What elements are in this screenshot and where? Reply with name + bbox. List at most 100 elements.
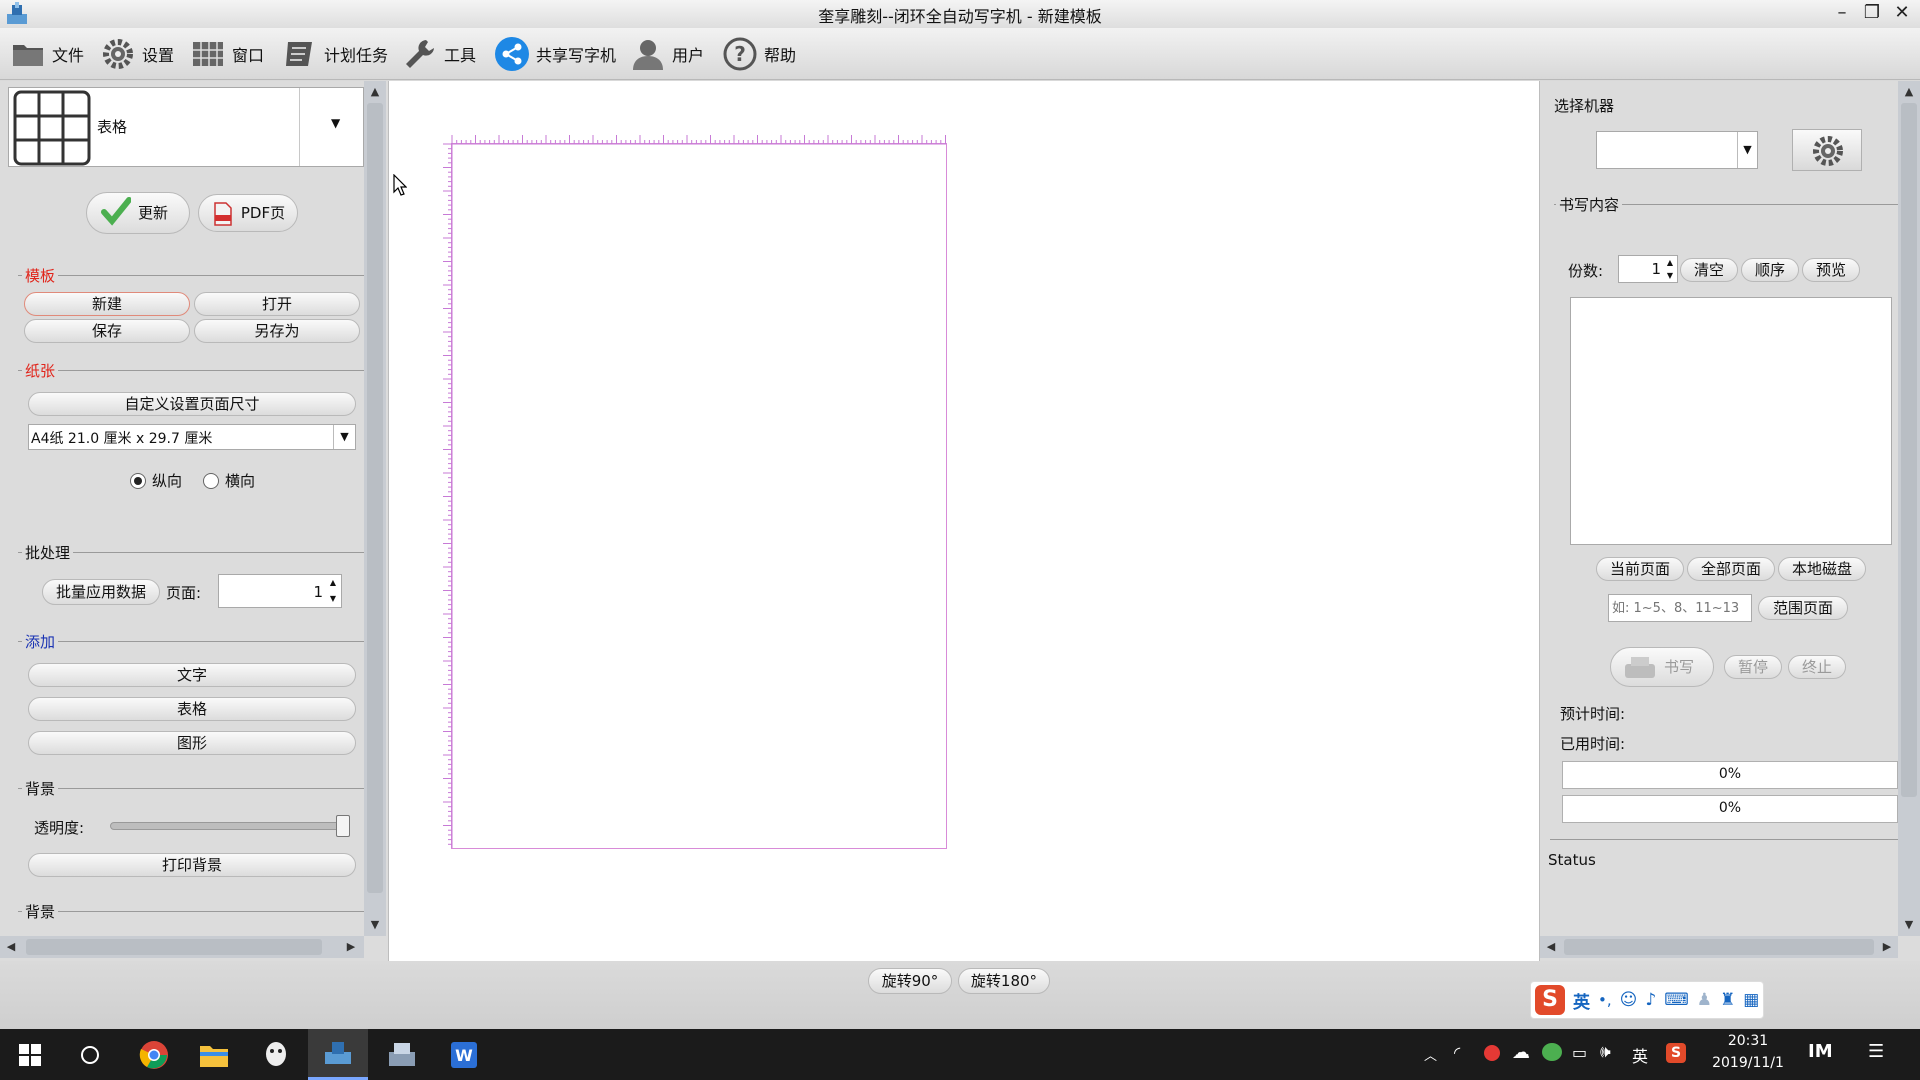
input-language-indicator[interactable]: 英 bbox=[1632, 1043, 1648, 1067]
all-pages-button[interactable]: 全部页面 bbox=[1687, 557, 1775, 581]
emoji-icon[interactable]: ☺ bbox=[1620, 990, 1638, 1010]
menu-settings[interactable]: 设置 bbox=[100, 34, 174, 74]
range-pages-button[interactable]: 范围页面 bbox=[1758, 596, 1848, 620]
pause-button[interactable]: 暂停 bbox=[1724, 655, 1782, 679]
page-sheet[interactable] bbox=[443, 135, 947, 849]
page-range-input[interactable] bbox=[1608, 594, 1752, 622]
machine-select[interactable]: ▼ bbox=[1596, 131, 1758, 169]
chevron-down-icon[interactable]: ▼ bbox=[333, 425, 355, 449]
ime-toolbar[interactable]: S 英 •, ☺ ♪ ⌨ ♟ ♜ ▦ bbox=[1530, 981, 1764, 1019]
save-template-button[interactable]: 保存 bbox=[24, 319, 190, 343]
add-table-button[interactable]: 表格 bbox=[28, 697, 356, 721]
right-vertical-scrollbar[interactable]: ▲ ▼ bbox=[1898, 81, 1920, 936]
scroll-thumb[interactable] bbox=[1564, 939, 1874, 955]
machine-settings-button[interactable] bbox=[1792, 129, 1862, 171]
menu-share-writer[interactable]: 共享写字机 bbox=[494, 34, 616, 74]
writer-app-icon[interactable] bbox=[308, 1029, 368, 1080]
notification-icon[interactable]: ☰ bbox=[1868, 1041, 1884, 1062]
landscape-radio[interactable]: 横向 bbox=[203, 470, 255, 491]
user-ime-icon[interactable]: ♟ bbox=[1697, 990, 1712, 1010]
opacity-slider-track[interactable] bbox=[110, 822, 350, 830]
clear-button[interactable]: 清空 bbox=[1680, 258, 1738, 282]
wechat-icon[interactable] bbox=[1542, 1043, 1562, 1061]
scroll-right-icon[interactable]: ▶ bbox=[340, 936, 362, 958]
copies-stepper[interactable]: 1 ▲ ▼ bbox=[1618, 255, 1678, 283]
scroll-up-icon[interactable]: ▲ bbox=[364, 81, 386, 103]
clock-date[interactable]: 2019/11/1 bbox=[1700, 1055, 1796, 1071]
stepper-down-icon[interactable]: ▼ bbox=[325, 591, 341, 607]
menu-window[interactable]: 窗口 bbox=[190, 34, 264, 74]
network-icon[interactable]: ◜ bbox=[1454, 1043, 1460, 1062]
scroll-left-icon[interactable]: ◀ bbox=[1540, 936, 1562, 958]
stepper-down-icon[interactable]: ▼ bbox=[1663, 269, 1677, 282]
opacity-slider-handle[interactable] bbox=[336, 815, 350, 837]
local-disk-button[interactable]: 本地磁盘 bbox=[1778, 557, 1866, 581]
sogou-tray-icon[interactable]: S bbox=[1666, 1043, 1686, 1063]
order-button[interactable]: 顺序 bbox=[1741, 258, 1799, 282]
template-type-selector[interactable]: 表格 ▼ bbox=[8, 87, 364, 167]
write-content-list[interactable] bbox=[1570, 297, 1892, 545]
toolbox-grid-icon[interactable]: ▦ bbox=[1743, 990, 1759, 1010]
keyboard-icon[interactable]: ⌨ bbox=[1664, 990, 1689, 1010]
current-page-button[interactable]: 当前页面 bbox=[1596, 557, 1684, 581]
close-button[interactable]: ✕ bbox=[1886, 0, 1918, 28]
ime-tray-icon[interactable]: IM bbox=[1808, 1041, 1833, 1062]
menu-schedule[interactable]: 计划任务 bbox=[282, 34, 388, 74]
chrome-icon[interactable] bbox=[124, 1029, 184, 1080]
scroll-left-icon[interactable]: ◀ bbox=[0, 936, 22, 958]
add-text-button[interactable]: 文字 bbox=[28, 663, 356, 687]
file-explorer-icon[interactable] bbox=[184, 1029, 244, 1080]
tray-expand-icon[interactable]: ︿ bbox=[1424, 1045, 1437, 1064]
left-horizontal-scrollbar[interactable]: ◀ ▶ bbox=[0, 936, 364, 958]
batch-apply-button[interactable]: 批量应用数据 bbox=[42, 579, 160, 605]
scroll-down-icon[interactable]: ▼ bbox=[364, 914, 386, 936]
preview-button[interactable]: 预览 bbox=[1802, 258, 1860, 282]
minimize-button[interactable]: – bbox=[1826, 0, 1858, 28]
menu-user[interactable]: 用户 bbox=[630, 34, 704, 74]
qq-icon[interactable] bbox=[246, 1029, 306, 1080]
search-circle-icon[interactable] bbox=[60, 1029, 120, 1080]
scroll-thumb[interactable] bbox=[367, 103, 383, 893]
portrait-radio[interactable]: 纵向 bbox=[130, 470, 182, 491]
clock-time[interactable]: 20:31 bbox=[1718, 1033, 1778, 1049]
antivirus-icon[interactable] bbox=[1484, 1045, 1500, 1061]
skin-icon[interactable]: ♜ bbox=[1720, 990, 1735, 1010]
windows-start-icon[interactable] bbox=[0, 1029, 60, 1080]
rotate-180-button[interactable]: 旋转180° bbox=[958, 968, 1050, 994]
word-app-icon[interactable]: W bbox=[434, 1029, 494, 1080]
pdf-page-button[interactable]: PDF页 bbox=[198, 194, 298, 232]
microphone-icon[interactable]: ♪ bbox=[1645, 990, 1656, 1010]
paper-size-select[interactable]: A4纸 21.0 厘米 x 29.7 厘米 ▼ bbox=[28, 424, 356, 450]
printer-app-icon[interactable] bbox=[372, 1029, 432, 1080]
chevron-down-icon[interactable]: ▼ bbox=[331, 116, 340, 130]
update-button[interactable]: 更新 bbox=[86, 192, 190, 234]
rotate-90-button[interactable]: 旋转90° bbox=[868, 968, 952, 994]
page-number-stepper[interactable]: 1 ▲ ▼ bbox=[218, 574, 342, 608]
print-background-button[interactable]: 打印背景 bbox=[28, 853, 356, 877]
design-canvas[interactable] bbox=[388, 81, 1540, 961]
write-button[interactable]: 书写 bbox=[1610, 647, 1714, 687]
scroll-thumb[interactable] bbox=[1901, 103, 1917, 797]
punctuation-icon[interactable]: •, bbox=[1598, 991, 1612, 1009]
menu-file[interactable]: 文件 bbox=[10, 34, 84, 74]
new-template-button[interactable]: 新建 bbox=[24, 292, 190, 316]
ime-mode-label[interactable]: 英 bbox=[1573, 988, 1590, 1013]
stop-button[interactable]: 终止 bbox=[1788, 655, 1846, 679]
menu-tools[interactable]: 工具 bbox=[402, 34, 476, 74]
stepper-up-icon[interactable]: ▲ bbox=[1663, 256, 1677, 269]
cloud-icon[interactable]: ☁ bbox=[1512, 1042, 1530, 1063]
add-shape-button[interactable]: 图形 bbox=[28, 731, 356, 755]
save-as-template-button[interactable]: 另存为 bbox=[194, 319, 360, 343]
chevron-down-icon[interactable]: ▼ bbox=[1737, 132, 1757, 168]
stepper-up-icon[interactable]: ▲ bbox=[325, 575, 341, 591]
scroll-up-icon[interactable]: ▲ bbox=[1898, 81, 1920, 103]
maximize-button[interactable]: ❐ bbox=[1856, 0, 1888, 28]
left-vertical-scrollbar[interactable]: ▲ ▼ bbox=[364, 81, 386, 936]
volume-icon[interactable]: 🕪 bbox=[1600, 1042, 1611, 1062]
scroll-thumb[interactable] bbox=[26, 939, 322, 955]
open-template-button[interactable]: 打开 bbox=[194, 292, 360, 316]
menu-help[interactable]: ? 帮助 bbox=[722, 34, 796, 74]
scroll-right-icon[interactable]: ▶ bbox=[1876, 936, 1898, 958]
battery-icon[interactable]: ▭ bbox=[1572, 1043, 1587, 1062]
custom-page-size-button[interactable]: 自定义设置页面尺寸 bbox=[28, 392, 356, 416]
